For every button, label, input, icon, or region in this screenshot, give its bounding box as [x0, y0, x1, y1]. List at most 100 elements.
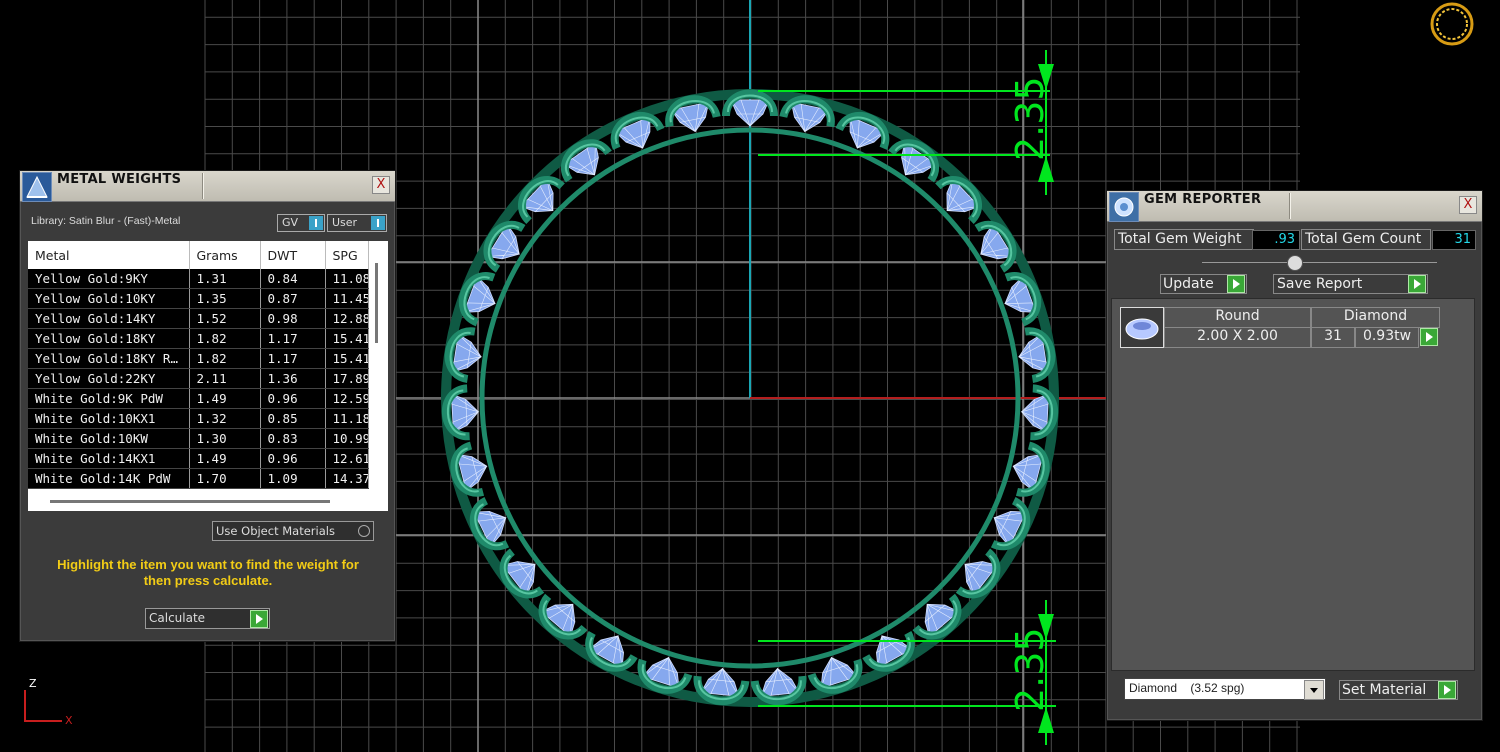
use-object-materials-button[interactable]: Use Object Materials — [212, 521, 374, 541]
table-cell: 12.88 — [325, 308, 369, 329]
gv-toggle[interactable]: GV — [277, 214, 325, 232]
gem-stone — [693, 667, 750, 706]
gem-reporter-icon — [1109, 192, 1139, 222]
total-gem-weight-label: Total Gem Weight — [1114, 229, 1254, 250]
ring-preview-icon[interactable] — [1430, 2, 1474, 46]
total-gem-count-value: 31 — [1432, 230, 1476, 250]
play-icon — [1408, 275, 1426, 293]
horizontal-scrollbar[interactable] — [50, 500, 330, 503]
table-row[interactable]: Yellow Gold:22KY 2.11 1.36 17.89 — [28, 368, 369, 389]
dimension-top-label: 2.35 — [1008, 76, 1052, 161]
table-cell: 11.45 — [325, 288, 369, 309]
gem-reporter-titlebar[interactable]: GEM REPORTER X — [1107, 191, 1482, 222]
play-icon — [1438, 681, 1456, 699]
table-cell: 1.49 — [189, 388, 261, 409]
gem-stone — [560, 139, 612, 183]
save-report-label: Save Report — [1277, 276, 1363, 292]
table-row[interactable]: Yellow Gold:18KY 1.82 1.17 15.41 — [28, 328, 369, 349]
slider-handle[interactable] — [1287, 255, 1303, 271]
table-cell: 1.09 — [260, 468, 326, 489]
user-toggle[interactable]: User — [327, 214, 387, 232]
close-icon[interactable]: X — [372, 176, 390, 194]
titlebar-separator — [202, 173, 204, 199]
gem-row-play-icon[interactable] — [1420, 328, 1438, 346]
table-cell: 17.89 — [325, 368, 369, 389]
column-header[interactable]: SPG — [325, 241, 369, 269]
set-material-button[interactable]: Set Material — [1339, 680, 1458, 700]
metal-table: Metal Grams DWT SPG Yellow Gold:9KY 1.31 0.84… — [28, 241, 369, 489]
table-cell: 12.61 — [325, 448, 369, 469]
gem-stone — [469, 497, 510, 551]
table-cell: 1.49 — [189, 448, 261, 469]
gem-reporter-title: GEM REPORTER — [1144, 192, 1262, 207]
table-cell: Yellow Gold:14KY — [28, 308, 190, 329]
column-header[interactable]: Grams — [189, 241, 261, 269]
column-header[interactable]: Metal — [28, 241, 190, 269]
table-cell: Yellow Gold:18KY R… — [28, 348, 190, 369]
total-gem-count-label: Total Gem Count — [1301, 229, 1431, 250]
table-cell: 0.87 — [260, 288, 326, 309]
save-report-button[interactable]: Save Report — [1273, 274, 1428, 294]
metal-table-container[interactable]: Metal Grams DWT SPG Yellow Gold:9KY 1.31 0.84… — [28, 241, 388, 511]
table-cell: 0.84 — [260, 269, 326, 289]
play-icon — [1227, 275, 1245, 293]
gem-list-row[interactable]: Round Diamond 2.00 X 2.00 31 0.93tw — [1120, 307, 1440, 348]
gv-toggle-label: GV — [282, 216, 299, 229]
update-label: Update — [1163, 276, 1214, 292]
table-cell: White Gold:10KX1 — [28, 408, 190, 429]
table-cell: White Gold:10KW — [28, 428, 190, 449]
table-row[interactable]: White Gold:14K PdW 1.70 1.09 14.37 — [28, 468, 369, 489]
table-row[interactable]: White Gold:10KW 1.30 0.83 10.99 — [28, 428, 369, 449]
metal-weights-icon — [22, 172, 52, 202]
table-cell: 2.11 — [189, 368, 261, 389]
axis-gizmo: Z X — [24, 677, 73, 727]
table-cell: 11.08 — [325, 269, 369, 289]
gem-stone — [538, 593, 588, 640]
set-material-label: Set Material — [1342, 682, 1427, 698]
table-cell: 1.82 — [189, 328, 261, 349]
table-cell: 1.31 — [189, 269, 261, 289]
gem-reporter-panel: GEM REPORTER X Total Gem Weight .93 Tota… — [1106, 190, 1483, 721]
table-cell: Yellow Gold:9KY — [28, 269, 190, 289]
table-cell: 11.18 — [325, 408, 369, 429]
gem-count: 31 — [1311, 327, 1355, 348]
gem-stone — [499, 548, 545, 599]
table-row[interactable]: Yellow Gold:18KY R… 1.82 1.17 15.41 — [28, 348, 369, 369]
metal-weights-titlebar[interactable]: METAL WEIGHTS X — [20, 171, 395, 202]
material-select[interactable]: Diamond (3.52 spg) — [1124, 678, 1326, 700]
chevron-down-icon — [1304, 680, 1324, 700]
update-button[interactable]: Update — [1160, 274, 1247, 294]
table-row[interactable]: Yellow Gold:10KY 1.35 0.87 11.45 — [28, 288, 369, 309]
gem-stone — [990, 497, 1031, 551]
column-header[interactable]: DWT — [260, 241, 326, 269]
gem-shape: Round — [1164, 307, 1311, 328]
table-cell: 1.32 — [189, 408, 261, 429]
table-row[interactable]: White Gold:14KX1 1.49 0.96 12.61 — [28, 448, 369, 469]
gem-stone — [912, 593, 962, 640]
axis-z-label: Z — [29, 677, 37, 690]
slider-track[interactable] — [1202, 262, 1437, 263]
material-select-value: Diamond (3.52 spg) — [1129, 681, 1245, 695]
gem-list[interactable]: Round Diamond 2.00 X 2.00 31 0.93tw — [1111, 298, 1475, 671]
table-row[interactable]: White Gold:9K PdW 1.49 0.96 12.59 — [28, 388, 369, 409]
close-icon[interactable]: X — [1459, 196, 1477, 214]
vertical-scrollbar[interactable] — [375, 263, 378, 343]
gem-stone — [935, 176, 982, 225]
calculate-label: Calculate — [149, 611, 206, 625]
table-cell: White Gold:9K PdW — [28, 388, 190, 409]
calculate-button[interactable]: Calculate — [145, 608, 270, 629]
table-cell: 1.36 — [260, 368, 326, 389]
gem-stone — [974, 220, 1017, 273]
titlebar-separator — [1289, 193, 1291, 219]
table-cell: 1.82 — [189, 348, 261, 369]
gem-stone — [835, 111, 890, 150]
gem-thumbnail — [1120, 307, 1164, 348]
gem-stone — [862, 631, 915, 672]
table-cell: 12.59 — [325, 388, 369, 409]
table-row[interactable]: White Gold:10KX1 1.32 0.85 11.18 — [28, 408, 369, 429]
axis-x-label: X — [65, 714, 73, 727]
table-cell: 0.83 — [260, 428, 326, 449]
table-row[interactable]: Yellow Gold:14KY 1.52 0.98 12.88 — [28, 308, 369, 329]
table-cell: Yellow Gold:10KY — [28, 288, 190, 309]
table-row[interactable]: Yellow Gold:9KY 1.31 0.84 11.08 — [28, 269, 369, 289]
